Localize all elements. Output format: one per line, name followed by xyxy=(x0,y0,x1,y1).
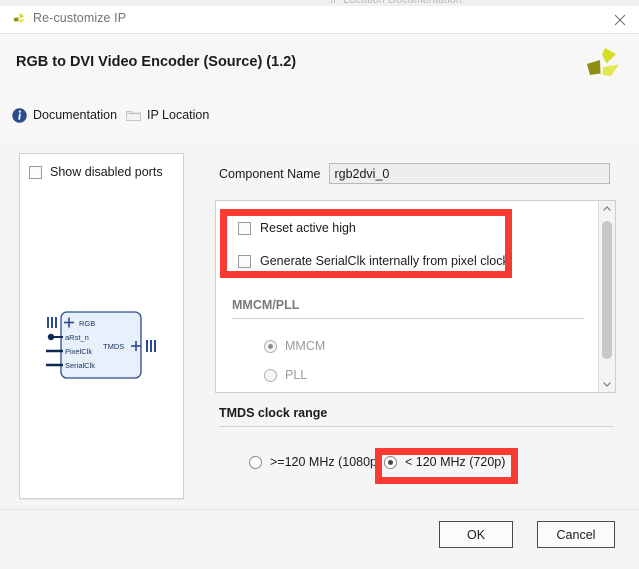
pll-radio-label: PLL xyxy=(285,368,308,382)
svg-text:PixelClk: PixelClk xyxy=(65,347,92,356)
mmcm-radio-label: MMCM xyxy=(285,339,326,353)
tmds-720p-radio-label: < 120 MHz (720p) xyxy=(405,455,506,469)
window-title: Re-customize IP xyxy=(33,11,127,25)
mmcm-radio-row[interactable]: MMCM xyxy=(264,339,325,353)
component-name-input[interactable] xyxy=(329,163,611,184)
dialog-footer: OK Cancel xyxy=(0,509,639,569)
svg-text:TMDS: TMDS xyxy=(103,342,124,351)
tmds-1080p-radio[interactable] xyxy=(249,455,262,469)
cancel-button[interactable]: Cancel xyxy=(537,521,615,548)
mmcm-pll-group-title: MMCM/PLL xyxy=(232,298,300,312)
title-bar: Re-customize IP xyxy=(0,6,639,34)
xilinx-logo-icon xyxy=(11,12,27,28)
page-title: RGB to DVI Video Encoder (Source) (1.2) xyxy=(16,54,297,70)
component-name-row: Component Name xyxy=(219,163,611,184)
documentation-link[interactable]: Documentation xyxy=(11,105,117,125)
tmds-720p-radio[interactable] xyxy=(384,455,397,469)
dialog-header: RGB to DVI Video Encoder (Source) (1.2) xyxy=(0,34,639,96)
ip-location-link-label: IP Location xyxy=(147,108,210,122)
options-scroll-panel: Reset active high Generate SerialClk int… xyxy=(215,200,616,393)
pll-radio-row[interactable]: PLL xyxy=(264,368,307,382)
tmds-divider xyxy=(219,426,614,427)
options-content: Reset active high Generate SerialClk int… xyxy=(216,201,598,392)
show-disabled-ports-checkbox[interactable] xyxy=(29,165,42,179)
recustomize-ip-dialog: IP Location Documentation Re-customize I… xyxy=(0,0,639,569)
show-disabled-ports-label: Show disabled ports xyxy=(50,165,163,179)
close-icon[interactable] xyxy=(611,11,629,29)
folder-icon xyxy=(125,107,142,124)
link-row: Documentation IP Location xyxy=(0,96,639,139)
generate-serialclk-checkbox[interactable] xyxy=(238,254,251,268)
scrollbar-thumb[interactable] xyxy=(602,221,612,359)
reset-active-high-label: Reset active high xyxy=(260,221,356,235)
ok-button[interactable]: OK xyxy=(439,521,513,548)
mmcm-pll-divider xyxy=(232,318,584,319)
component-name-label: Component Name xyxy=(219,166,321,181)
show-disabled-ports-row[interactable]: Show disabled ports xyxy=(29,165,163,179)
tmds-clock-range-title: TMDS clock range xyxy=(219,406,328,420)
svg-text:RGB: RGB xyxy=(79,319,95,328)
svg-text:aRst_n: aRst_n xyxy=(65,333,89,342)
reset-active-high-checkbox[interactable] xyxy=(238,221,251,235)
tmds-720p-radio-row[interactable]: < 120 MHz (720p) xyxy=(384,455,505,469)
generate-serialclk-label: Generate SerialClk internally from pixel… xyxy=(260,254,513,268)
tmds-1080p-radio-label: >=120 MHz (1080p) xyxy=(270,455,382,469)
chevron-down-icon[interactable] xyxy=(599,376,615,392)
mmcm-radio[interactable] xyxy=(264,339,277,353)
tmds-1080p-radio-row[interactable]: >=120 MHz (1080p) xyxy=(249,455,381,469)
svg-text:SerialClk: SerialClk xyxy=(65,361,95,370)
ip-block-diagram: RGB aRst_n PixelClk SerialClk TMDS xyxy=(41,309,173,389)
ip-location-link[interactable]: IP Location xyxy=(125,105,209,125)
generate-serialclk-row[interactable]: Generate SerialClk internally from pixel… xyxy=(238,254,512,268)
xilinx-logo-icon xyxy=(581,44,625,88)
info-circle-icon xyxy=(11,107,28,124)
options-vertical-scrollbar[interactable] xyxy=(598,201,615,392)
ip-symbol-panel: Show disabled ports RGB aRst_n PixelClk … xyxy=(19,153,184,499)
reset-active-high-row[interactable]: Reset active high xyxy=(238,221,356,235)
pll-radio[interactable] xyxy=(264,368,277,382)
dialog-body: Show disabled ports RGB aRst_n PixelClk … xyxy=(0,138,639,569)
config-column: Component Name Reset active high Generat… xyxy=(200,138,625,569)
documentation-link-label: Documentation xyxy=(33,108,118,122)
chevron-up-icon[interactable] xyxy=(599,201,615,217)
